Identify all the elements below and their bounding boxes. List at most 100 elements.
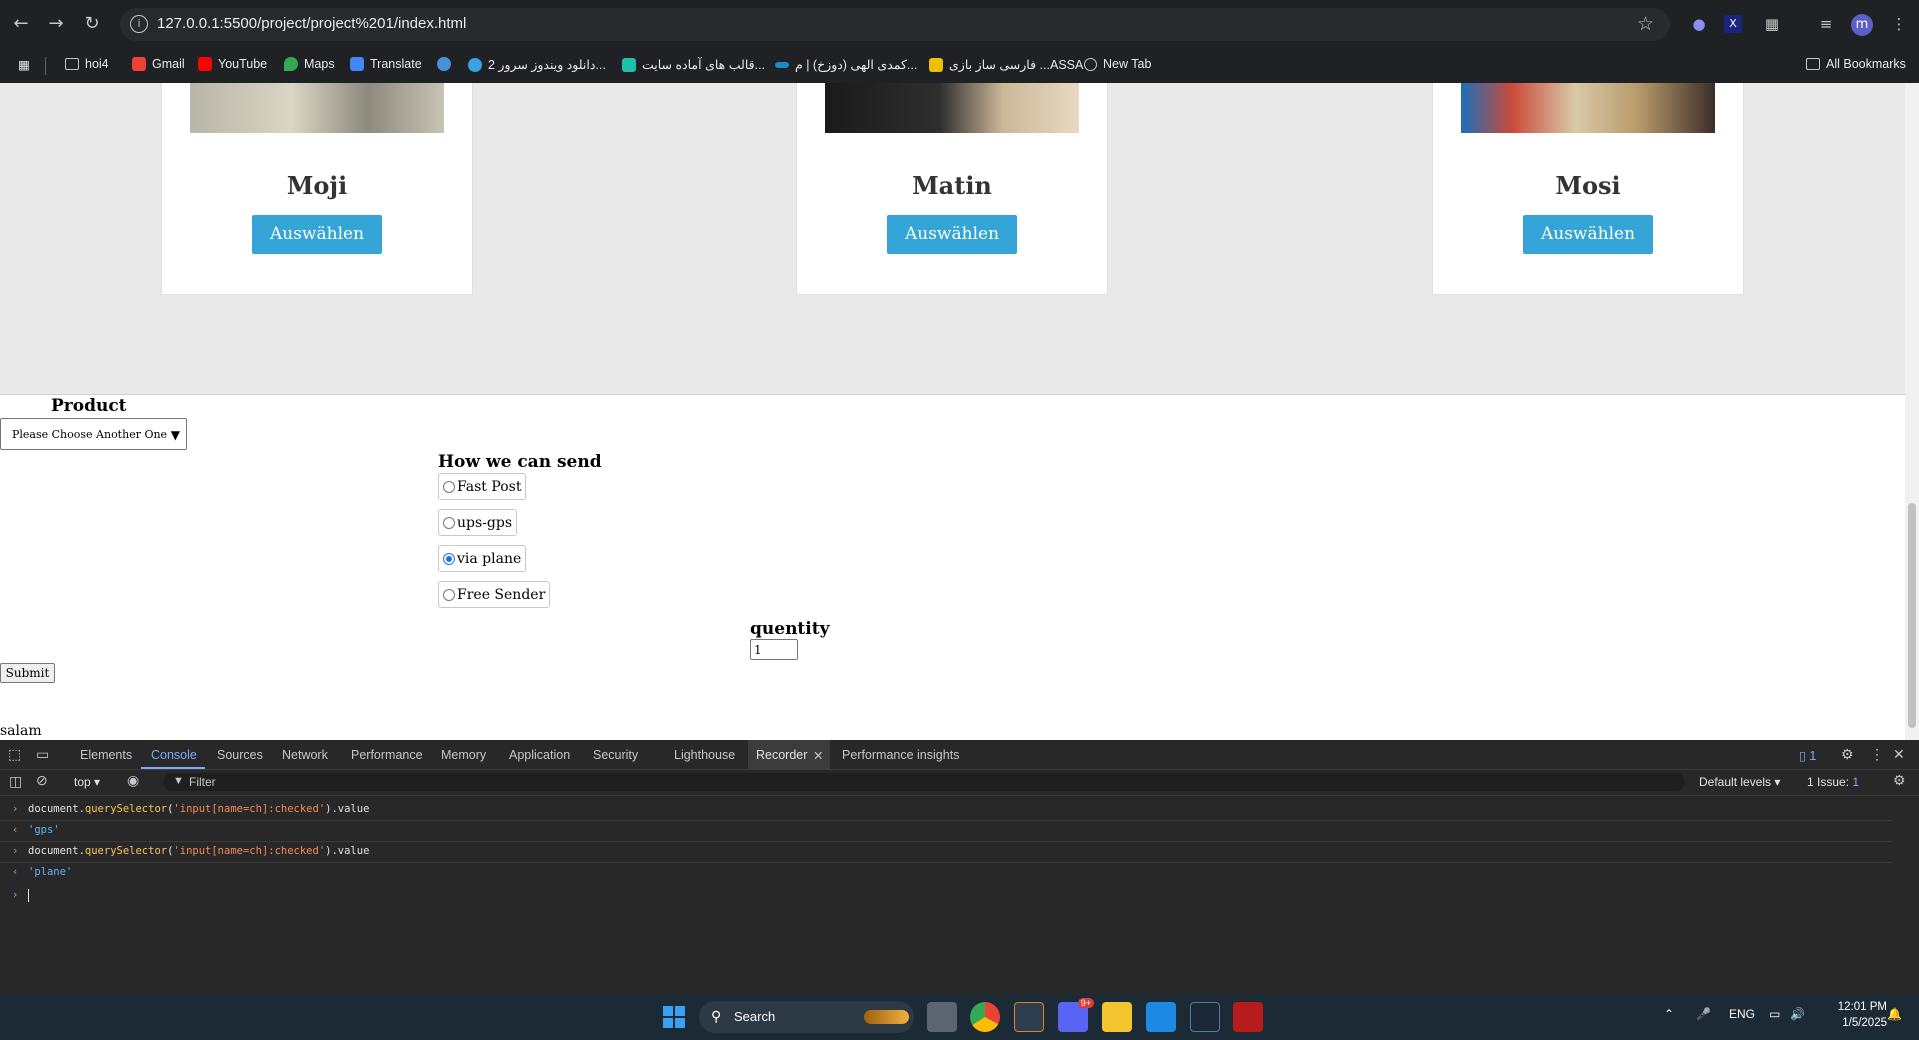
- youtube-icon: [198, 57, 212, 71]
- clear-console-icon[interactable]: ⊘: [36, 772, 48, 789]
- windows-taskbar: ⚲ Search 9+ ⌃ 🎤 ENG ▭ 🔊 12:01 PM 1/5/202…: [0, 994, 1919, 1040]
- bookmark-new-tab[interactable]: New Tab: [1084, 57, 1151, 71]
- address-bar[interactable]: i 127.0.0.1:5500/project/project%201/ind…: [120, 8, 1670, 41]
- bookmark-gmail[interactable]: Gmail: [132, 57, 185, 71]
- bookmark-maps[interactable]: Maps: [284, 57, 335, 71]
- discord-extension-icon[interactable]: ●: [1688, 13, 1710, 35]
- back-icon[interactable]: ←: [10, 13, 32, 35]
- vscode-app-icon[interactable]: [1146, 1002, 1176, 1032]
- bookmark-site-4[interactable]: کمدی الهی (دوزخ) | م...: [775, 57, 917, 72]
- notification-bell-icon[interactable]: 🔔: [1887, 1007, 1902, 1021]
- tab-application[interactable]: Application: [509, 748, 570, 762]
- console-input-line: › document.querySelector('input[name=ch]…: [0, 841, 1892, 863]
- tab-performance[interactable]: Performance: [351, 748, 423, 762]
- more-options-icon[interactable]: ⋮: [1870, 746, 1884, 763]
- microphone-icon[interactable]: 🎤: [1696, 1007, 1711, 1021]
- tab-performance-insights[interactable]: Performance insights: [842, 748, 959, 762]
- browser-menu-icon[interactable]: ⋮: [1888, 13, 1910, 35]
- comment-icon: ▯: [1799, 749, 1806, 763]
- site-info-icon[interactable]: i: [130, 15, 148, 33]
- text-cursor: [28, 889, 29, 902]
- shipping-option-via-plane[interactable]: via plane: [438, 545, 527, 572]
- close-tab-icon[interactable]: ✕: [813, 748, 823, 763]
- inspect-element-icon[interactable]: ⬚: [8, 746, 21, 763]
- taskbar-search[interactable]: ⚲ Search: [699, 1001, 914, 1033]
- chevron-down-icon: ▼: [170, 428, 180, 442]
- maps-icon: [284, 57, 298, 71]
- bookmark-translate[interactable]: Translate: [350, 57, 422, 71]
- chevron-right-icon: ›: [12, 889, 19, 901]
- radio-button[interactable]: [443, 516, 455, 529]
- card-mosi: Mosi Auswählen: [1432, 83, 1744, 295]
- eye-icon[interactable]: ◉: [127, 772, 139, 789]
- card-title: Moji: [286, 171, 348, 200]
- card-photo: [190, 83, 444, 133]
- volume-icon[interactable]: 🔊: [1790, 1007, 1805, 1021]
- file-explorer-icon[interactable]: [1102, 1002, 1132, 1032]
- bookmark-hoi4[interactable]: hoi4: [65, 57, 109, 71]
- select-button[interactable]: Auswählen: [252, 215, 382, 254]
- bookmark-youtube[interactable]: YouTube: [198, 57, 267, 71]
- device-toolbar-icon[interactable]: ▭: [36, 746, 49, 763]
- blender-app-icon[interactable]: [1014, 1002, 1044, 1032]
- tab-recorder[interactable]: Recorder: [756, 748, 807, 762]
- tab-sources[interactable]: Sources: [217, 748, 263, 762]
- select-button[interactable]: Auswählen: [1523, 215, 1653, 254]
- radio-button[interactable]: [443, 588, 455, 601]
- bookmark-site-3[interactable]: قالب های آماده سایت...: [622, 57, 765, 72]
- scrollbar-thumb[interactable]: [1908, 503, 1916, 728]
- tab-memory[interactable]: Memory: [441, 748, 486, 762]
- page-scrollbar[interactable]: [1905, 83, 1919, 740]
- filter-input[interactable]: ▼ Filter: [163, 773, 1685, 791]
- context-selector[interactable]: top ▾: [74, 775, 100, 789]
- quantity-input[interactable]: 1: [750, 639, 798, 660]
- url-text[interactable]: 127.0.0.1:5500/project/project%201/index…: [157, 15, 466, 32]
- settings-gear-icon[interactable]: ⚙: [1841, 746, 1854, 763]
- console-prompt[interactable]: ›: [0, 885, 1892, 906]
- bookmark-site-1[interactable]: [437, 57, 457, 71]
- profile-avatar[interactable]: m: [1851, 14, 1873, 36]
- radio-button-checked[interactable]: [443, 552, 455, 565]
- submit-button[interactable]: Submit: [0, 663, 55, 683]
- tab-console[interactable]: Console: [151, 748, 197, 762]
- all-bookmarks[interactable]: All Bookmarks: [1806, 57, 1906, 71]
- task-view-icon[interactable]: [927, 1002, 957, 1032]
- bookmark-site-2[interactable]: دانلود ویندوز سرور 2...: [468, 57, 606, 72]
- tab-network[interactable]: Network: [282, 748, 328, 762]
- steam-app-icon[interactable]: [1190, 1002, 1220, 1032]
- issues-counter[interactable]: 1 Issue: 1: [1807, 775, 1859, 789]
- network-icon[interactable]: ▭: [1769, 1007, 1780, 1021]
- shipping-option-fast-post[interactable]: Fast Post: [438, 473, 527, 500]
- tab-elements[interactable]: Elements: [80, 748, 132, 762]
- console-settings-icon[interactable]: ⚙: [1893, 772, 1906, 789]
- tab-lighthouse[interactable]: Lighthouse: [674, 748, 735, 762]
- chrome-app-icon[interactable]: [970, 1002, 1000, 1032]
- apps-grid-icon[interactable]: ▦: [18, 57, 30, 72]
- forward-icon[interactable]: →: [45, 13, 67, 35]
- discord-app-icon[interactable]: 9+: [1058, 998, 1094, 1032]
- red-app-icon[interactable]: [1233, 1002, 1263, 1032]
- product-select[interactable]: Please Choose Another One ▼: [0, 418, 187, 450]
- close-devtools-icon[interactable]: ✕: [1893, 746, 1905, 763]
- reload-icon[interactable]: ↻: [81, 13, 103, 35]
- tab-security[interactable]: Security: [593, 748, 638, 762]
- language-indicator[interactable]: ENG: [1729, 1007, 1755, 1021]
- extensions-puzzle-icon[interactable]: ▦: [1761, 13, 1783, 35]
- clock[interactable]: 12:01 PM 1/5/2025: [1827, 999, 1887, 1031]
- shipping-option-free-sender[interactable]: Free Sender: [438, 581, 551, 608]
- bookmark-star-icon[interactable]: ☆: [1637, 13, 1654, 35]
- bookmark-site-5[interactable]: فارسی ساز بازی ...ASSA: [929, 57, 1083, 72]
- x-extension-icon[interactable]: X: [1724, 15, 1742, 33]
- select-button[interactable]: Auswählen: [887, 215, 1017, 254]
- chevron-up-icon[interactable]: ⌃: [1664, 1007, 1674, 1021]
- reading-list-icon[interactable]: ≡: [1815, 13, 1837, 35]
- radio-button[interactable]: [443, 480, 455, 493]
- windows-start-icon[interactable]: [659, 1002, 689, 1032]
- issues-badge[interactable]: ▯ 1: [1799, 748, 1816, 763]
- sidebar-toggle-icon[interactable]: ◫: [9, 773, 22, 790]
- bookmark-site-icon: [437, 57, 451, 71]
- log-levels-dropdown[interactable]: Default levels ▾: [1699, 775, 1780, 789]
- shipping-option-ups-gps[interactable]: ups-gps: [438, 509, 518, 536]
- chevron-left-icon: ‹: [12, 866, 19, 878]
- search-highlight-icon: [864, 1010, 909, 1024]
